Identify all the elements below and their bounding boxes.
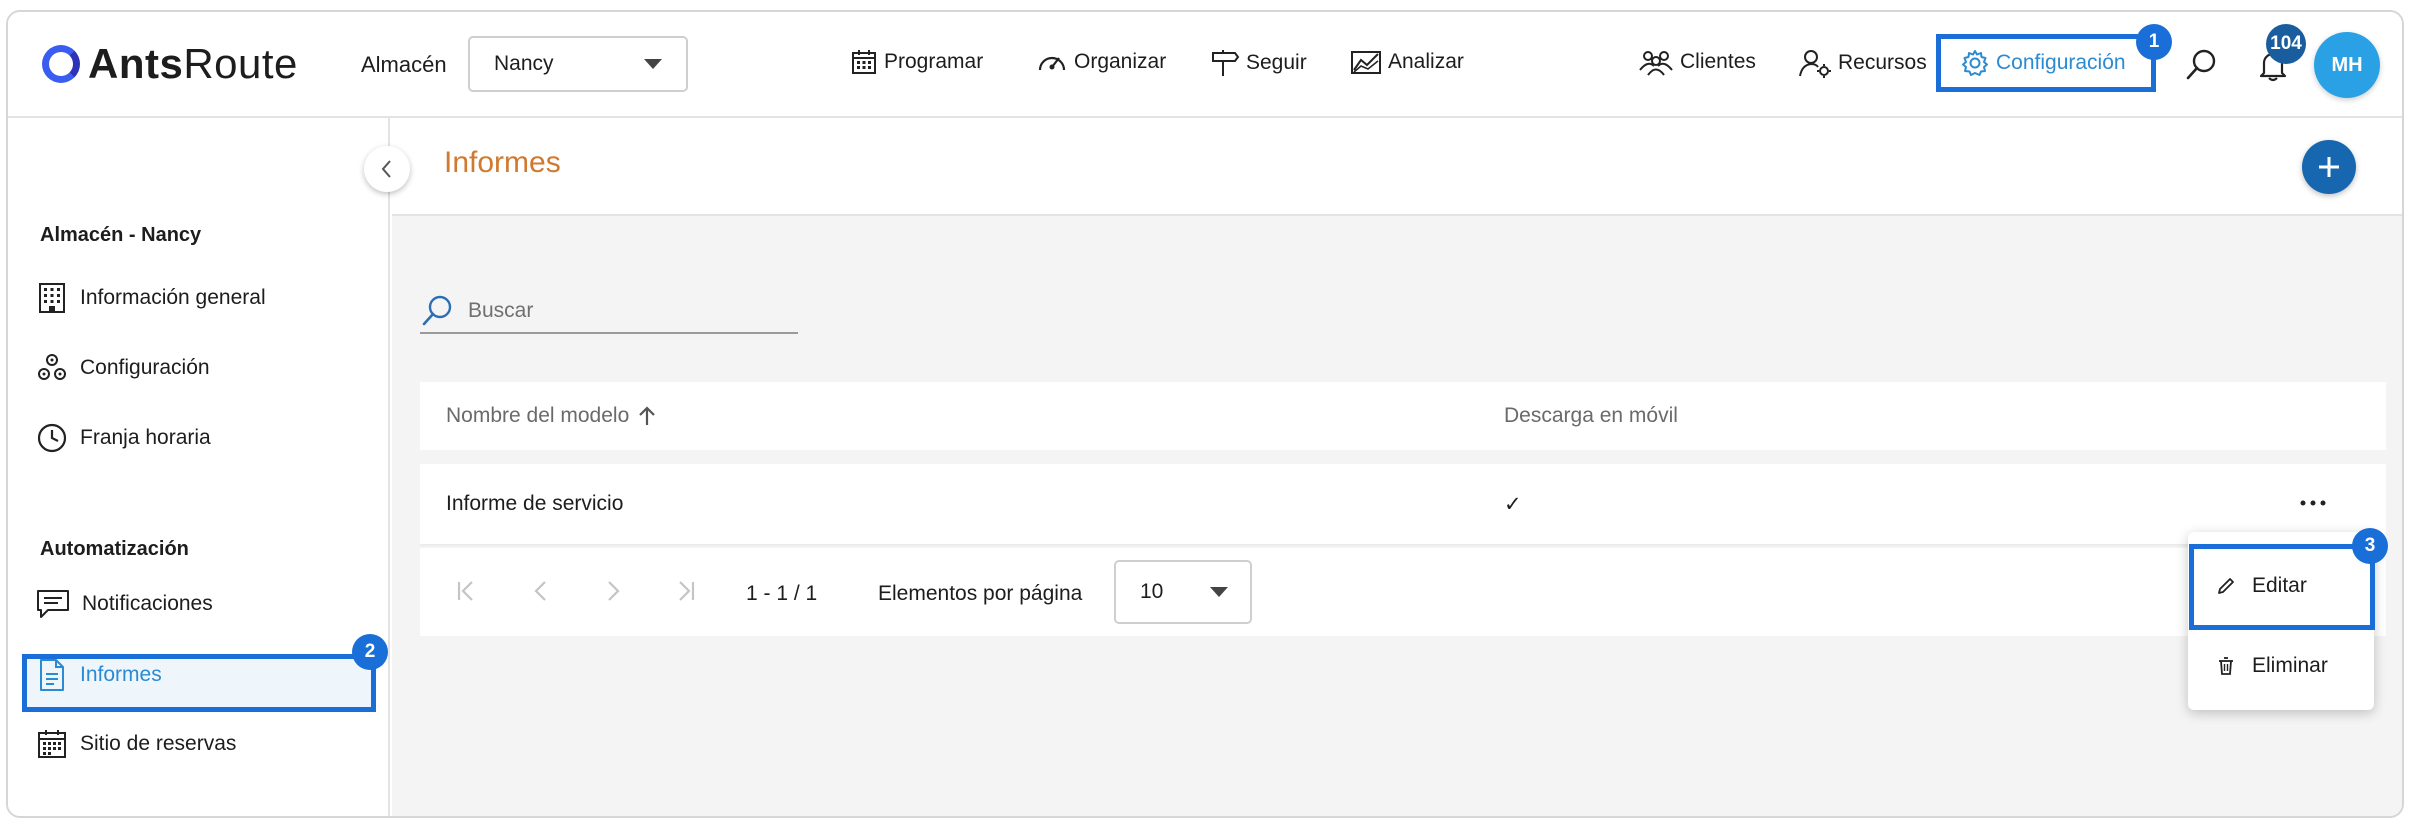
warehouse-value: Nancy — [494, 52, 554, 75]
collapse-sidebar-button[interactable] — [364, 146, 410, 192]
signpost-icon — [1212, 50, 1240, 76]
page-range: 1 - 1 / 1 — [746, 582, 818, 605]
search-input[interactable]: Buscar — [468, 299, 533, 323]
sidebar-item-label: Notificaciones — [82, 592, 213, 615]
sidebar: Almacén - Nancy Información general Conf… — [8, 118, 390, 816]
sidebar-item-configuracion[interactable]: Configuración — [36, 352, 210, 384]
nav-organizar[interactable]: Organizar — [1036, 48, 1166, 76]
avatar[interactable]: MH — [2314, 32, 2380, 98]
nav-analizar-label: Analizar — [1388, 50, 1464, 73]
chart-icon — [1351, 51, 1381, 74]
logo-mark-icon — [42, 45, 80, 83]
first-page-icon — [457, 581, 473, 601]
sidebar-item-label: Franja horaria — [80, 426, 211, 449]
page-header: Informes — [392, 118, 2402, 216]
logo[interactable]: AntsRoute — [42, 40, 298, 88]
row-actions-button[interactable] — [2298, 488, 2328, 523]
speedometer-icon — [1038, 56, 1066, 71]
column-header-label: Descarga en móvil — [1504, 404, 1678, 427]
callout-badge-3: 3 — [2352, 528, 2388, 564]
callout-badge-1: 1 — [2136, 24, 2172, 60]
first-page-button[interactable] — [454, 578, 480, 609]
last-page-button[interactable] — [672, 578, 698, 609]
callout-highlight-informes — [22, 654, 376, 712]
items-per-page-value: 10 — [1140, 580, 1164, 603]
column-header-label: Nombre del modelo — [446, 404, 630, 427]
page-title: Informes — [444, 146, 561, 179]
plus-icon — [2319, 157, 2339, 177]
clients-icon — [1639, 51, 1673, 76]
sidebar-section-title-automation: Automatización — [40, 538, 189, 560]
chevron-left-icon — [381, 160, 391, 178]
callout-badge-2: 2 — [352, 634, 388, 670]
sidebar-item-label: Sitio de reservas — [80, 732, 237, 755]
chevron-down-icon — [644, 59, 662, 69]
sidebar-section-title-warehouse: Almacén - Nancy — [40, 224, 202, 246]
table-row[interactable]: Informe de servicio ✓ — [420, 464, 2386, 546]
check-icon: ✓ — [1504, 493, 1522, 516]
column-header-model-name[interactable]: Nombre del modelo — [446, 404, 657, 428]
calendar-icon — [852, 50, 876, 74]
items-per-page-select[interactable]: 10 — [1114, 560, 1252, 624]
sidebar-item-informacion-general[interactable]: Información general — [36, 282, 266, 314]
sidebar-item-franja-horaria[interactable]: Franja horaria — [36, 422, 211, 454]
clock-icon — [37, 423, 67, 453]
sidebar-item-label: Configuración — [80, 356, 210, 379]
nav-organizar-label: Organizar — [1074, 50, 1167, 73]
nav-recursos[interactable]: Recursos — [1798, 48, 1927, 78]
paginator: 1 - 1 / 1 Elementos por página 10 — [420, 548, 2386, 636]
cogs-icon — [38, 354, 66, 380]
cell-mobile-download: ✓ — [1504, 492, 1522, 517]
sidebar-item-label: Información general — [80, 286, 266, 309]
building-icon — [39, 283, 65, 313]
resources-icon — [1799, 50, 1831, 78]
message-icon — [37, 590, 69, 618]
arrow-up-icon — [639, 406, 656, 425]
main-content: Informes Buscar Nombre del modelo Descar… — [392, 118, 2402, 816]
nav-clientes[interactable]: Clientes — [1638, 48, 1756, 76]
logo-text: AntsRoute — [88, 40, 298, 87]
search-icon — [422, 295, 452, 326]
callout-highlight-configuracion — [1936, 34, 2156, 92]
top-bar: AntsRoute Almacén Nancy Programar Organi… — [8, 12, 2402, 118]
nav-recursos-label: Recursos — [1838, 51, 1927, 74]
trash-icon — [2219, 657, 2233, 675]
chevron-right-icon — [608, 581, 620, 601]
sidebar-item-sitio-de-reservas[interactable]: Sitio de reservas — [36, 728, 236, 760]
cell-model-name: Informe de servicio — [446, 492, 624, 515]
more-horizontal-icon — [2300, 500, 2326, 506]
notification-count-badge: 104 — [2266, 24, 2306, 64]
warehouse-select[interactable]: Nancy — [468, 36, 688, 92]
chevron-down-icon — [1210, 587, 1228, 597]
search-icon — [2186, 49, 2216, 80]
items-per-page-label: Elementos por página — [878, 582, 1083, 605]
warehouse-label: Almacén — [361, 52, 447, 77]
sidebar-item-notificaciones[interactable]: Notificaciones — [36, 588, 213, 620]
next-page-button[interactable] — [600, 578, 626, 609]
nav-seguir-label: Seguir — [1246, 51, 1307, 74]
nav-programar[interactable]: Programar — [850, 48, 983, 76]
previous-page-button[interactable] — [528, 578, 554, 609]
menu-item-label: Eliminar — [2252, 654, 2328, 677]
column-header-mobile-download[interactable]: Descarga en móvil — [1504, 404, 1678, 428]
table-header: Nombre del modelo Descarga en móvil — [420, 382, 2386, 450]
nav-analizar[interactable]: Analizar — [1350, 48, 1464, 76]
search-button[interactable] — [2184, 48, 2218, 87]
calendar-grid-icon — [38, 730, 66, 758]
nav-clientes-label: Clientes — [1680, 50, 1756, 73]
last-page-icon — [679, 581, 695, 601]
nav-seguir[interactable]: Seguir — [1210, 48, 1307, 78]
callout-highlight-editar — [2189, 544, 2375, 630]
chevron-left-icon — [534, 581, 546, 601]
add-report-button[interactable] — [2302, 140, 2356, 194]
menu-item-eliminar[interactable]: Eliminar — [2188, 628, 2374, 704]
app-window: AntsRoute Almacén Nancy Programar Organi… — [6, 10, 2404, 818]
nav-programar-label: Programar — [884, 50, 984, 73]
search-field[interactable]: Buscar — [420, 290, 798, 334]
